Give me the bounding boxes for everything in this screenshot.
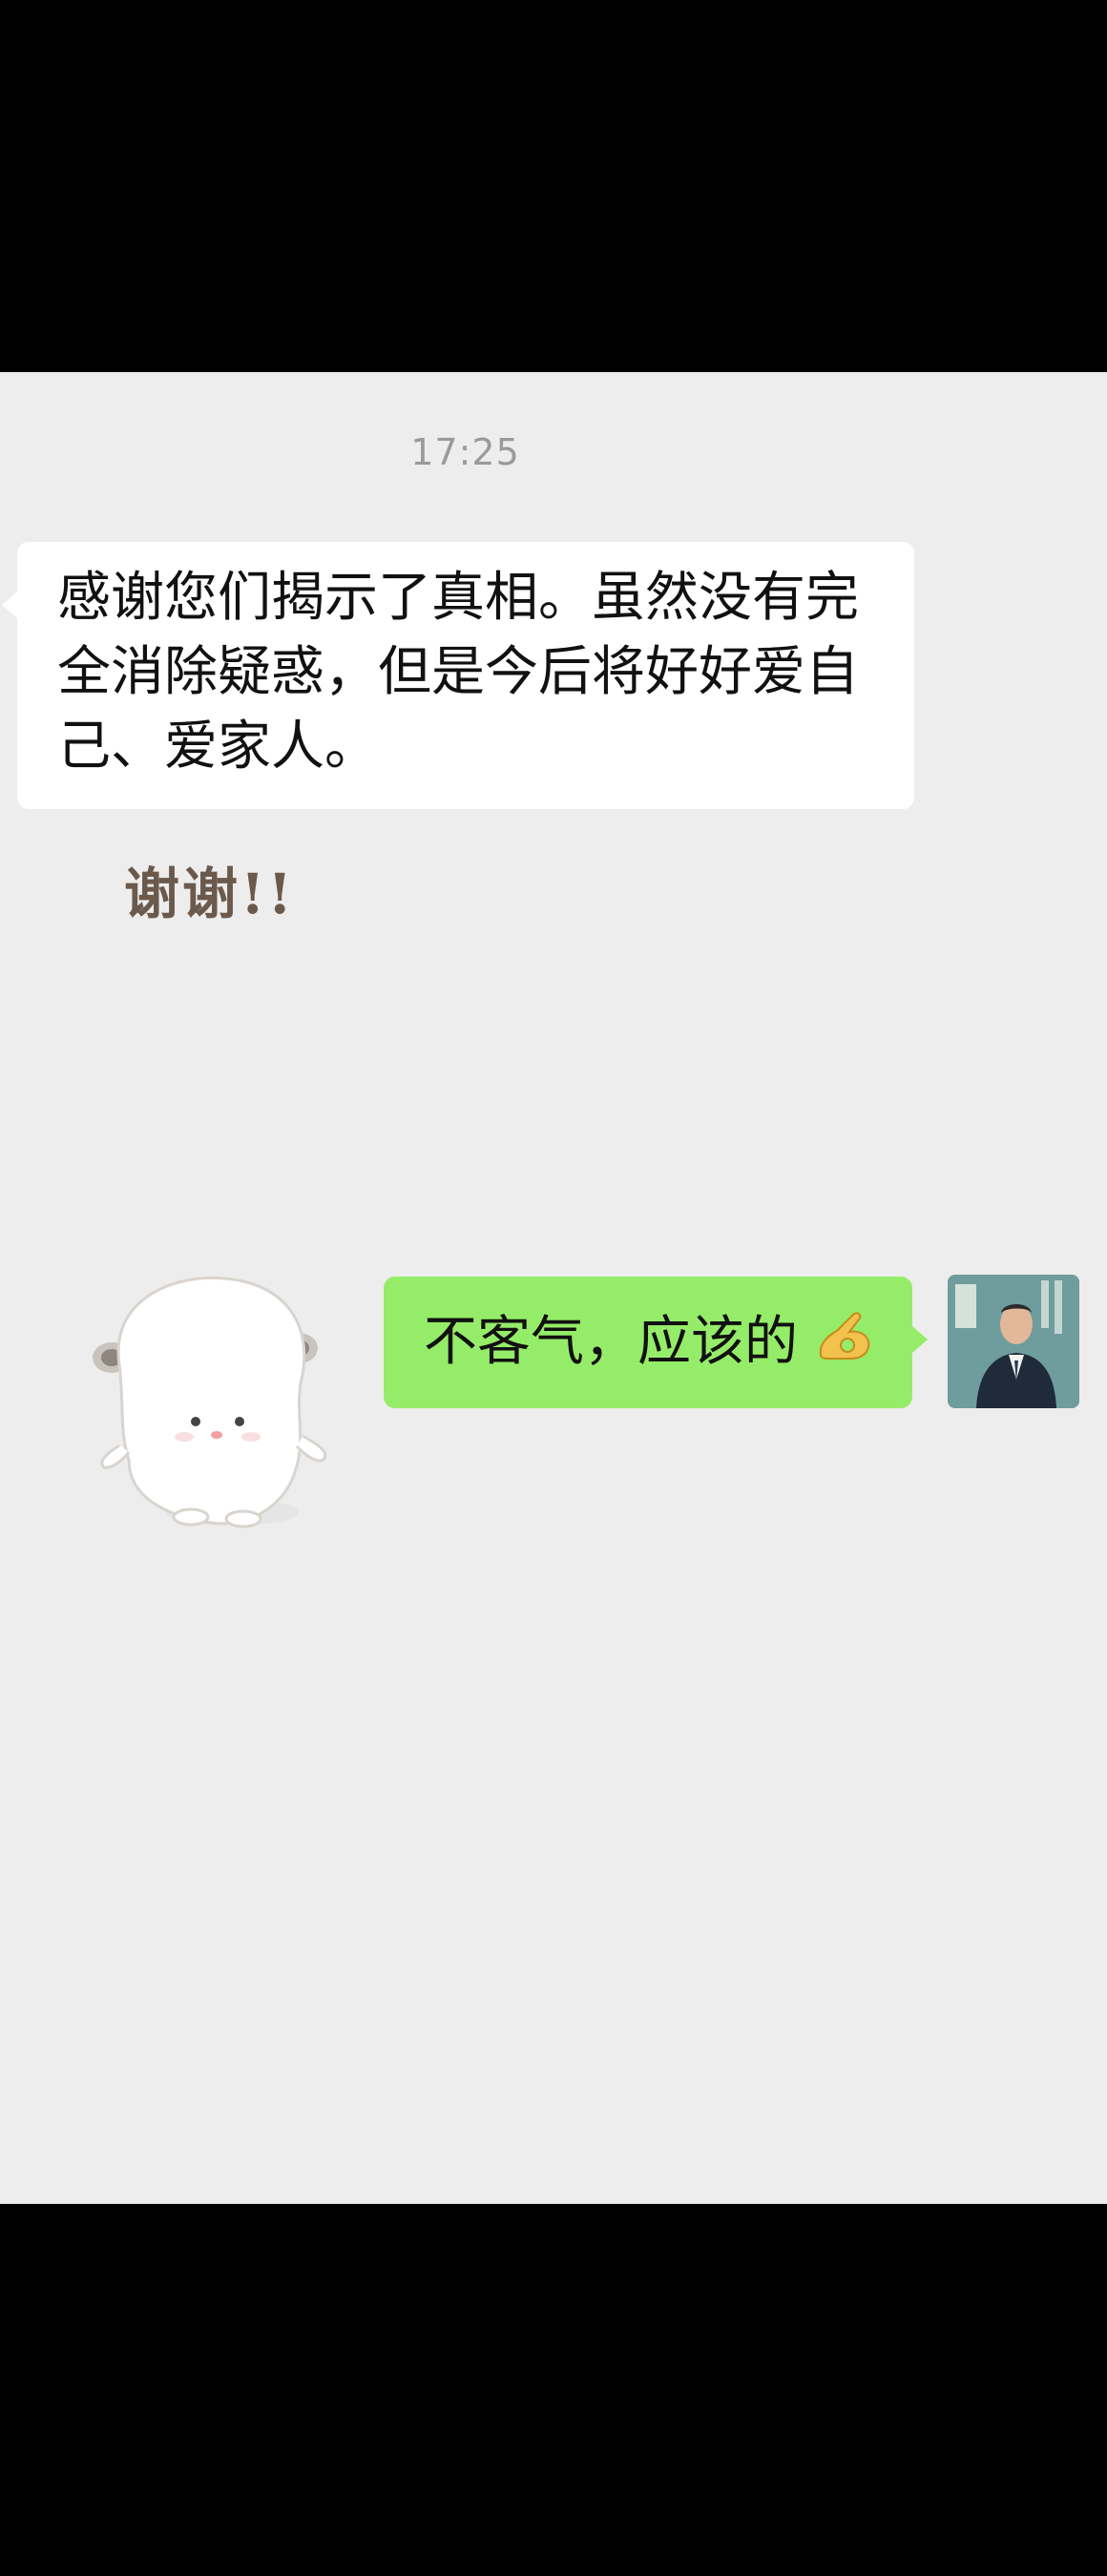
top-letterbox (0, 0, 1107, 372)
user-avatar[interactable] (948, 1275, 1079, 1408)
ok-hand-icon (815, 1307, 874, 1382)
outgoing-message-bubble[interactable]: 不客气，应该的 (384, 1277, 928, 1408)
chat-area[interactable]: 17:25 感谢您们揭示了真相。虽然没有完全消除疑惑，但是今后将好好爱自己、爱家… (0, 372, 1107, 2204)
hamster-sticker-image (93, 1276, 327, 1528)
incoming-message-text: 感谢您们揭示了真相。虽然没有完全消除疑惑，但是今后将好好爱自己、爱家人。 (57, 567, 859, 778)
incoming-message-bubble[interactable]: 感谢您们揭示了真相。虽然没有完全消除疑惑，但是今后将好好爱自己、爱家人。 (2, 542, 914, 809)
message-timestamp: 17:25 (410, 431, 520, 473)
avatar-portrait-icon (948, 1275, 1079, 1408)
thank-you-sticker[interactable]: 谢谢!! (91, 849, 358, 1612)
outgoing-message-text: 不客气，应该的 (424, 1311, 798, 1373)
bottom-letterbox (0, 2204, 1107, 2576)
